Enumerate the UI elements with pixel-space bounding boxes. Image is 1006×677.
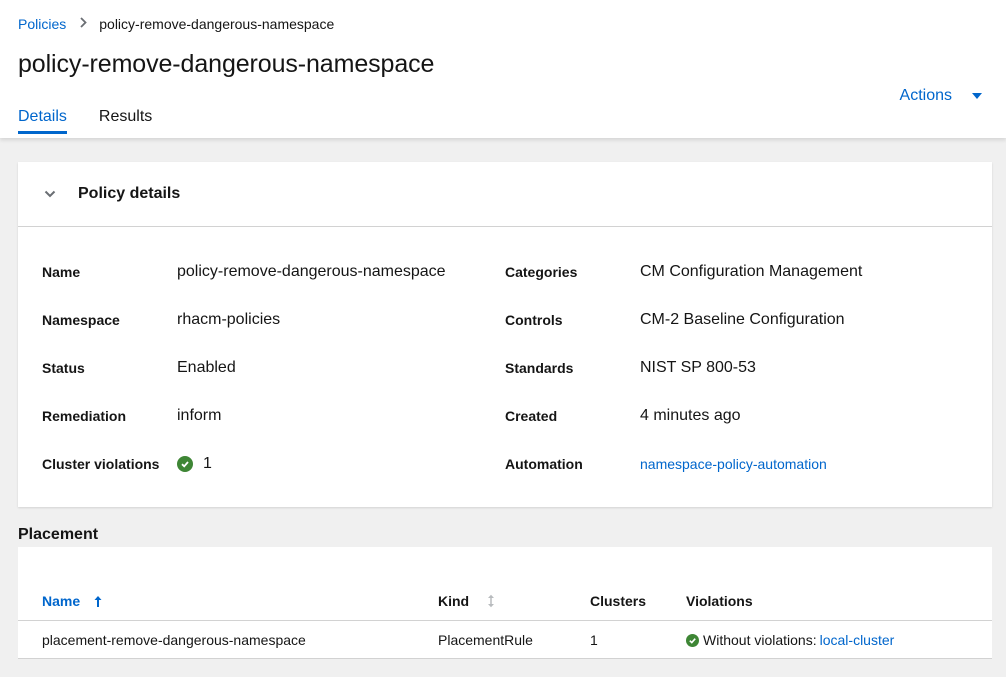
detail-row-standards: Standards NIST SP 800-53 [505,344,862,392]
detail-term: Remediation [42,408,127,424]
violations-text: Without violations: [703,632,817,648]
detail-term: Standards [505,360,574,376]
detail-value: NIST SP 800-53 [640,359,756,376]
placement-section-title: Placement [18,526,99,543]
tab-bar: Details Results [18,108,184,134]
detail-row-controls: Controls CM-2 Baseline Configuration [505,296,862,344]
check-circle-icon [177,456,193,472]
automation-link[interactable]: namespace-policy-automation [640,456,827,472]
detail-term: Automation [505,456,583,472]
detail-term: Status [42,360,85,376]
detail-row-cluster-violations: Cluster violations 1 [42,440,446,488]
sort-ascending-icon [94,595,102,608]
breadcrumb-policies-link[interactable]: Policies [18,16,66,32]
detail-term: Controls [505,312,563,328]
policy-details-card: Policy details Name policy-remove-danger… [18,162,992,507]
sort-icon [487,594,495,608]
tab-results[interactable]: Results [99,108,152,134]
detail-value: rhacm-policies [177,311,281,328]
detail-term: Namespace [42,312,120,328]
page-header: Policies policy-remove-dangerous-namespa… [0,0,1006,138]
check-circle-icon [686,633,699,647]
detail-value: namespace-policy-automation [640,456,827,472]
detail-value: 4 minutes ago [640,407,741,424]
policy-details-header: Policy details [18,162,992,227]
actions-dropdown[interactable]: Actions [900,87,982,105]
cell-clusters: 1 [590,632,598,648]
caret-down-icon [972,93,982,99]
cell-name: placement-remove-dangerous-namespace [42,632,306,648]
detail-row-name: Name policy-remove-dangerous-namespace [42,248,446,296]
detail-row-categories: Categories CM Configuration Management [505,248,862,296]
detail-value: policy-remove-dangerous-namespace [177,263,446,280]
column-header-label: Kind [438,593,470,609]
cell-kind: PlacementRule [438,632,533,648]
chevron-right-icon [80,17,88,31]
tab-details[interactable]: Details [18,108,67,134]
column-header-kind[interactable]: Kind [438,593,495,609]
detail-term: Cluster violations [42,456,160,472]
column-header-clusters: Clusters [590,593,647,609]
column-header-name[interactable]: Name [42,593,102,609]
detail-row-created: Created 4 minutes ago [505,392,862,440]
placement-table: Name Kind Clusters Violations placement-… [18,547,992,659]
breadcrumb-current: policy-remove-dangerous-namespace [99,16,335,32]
cell-violations: Without violations: local-cluster [686,632,894,648]
local-cluster-link[interactable]: local-cluster [820,632,895,648]
detail-value: CM Configuration Management [640,263,863,280]
detail-row-status: Status Enabled [42,344,446,392]
detail-value: CM-2 Baseline Configuration [640,311,845,328]
policy-details-title: Policy details [78,185,181,202]
detail-value: Enabled [177,359,236,376]
chevron-down-icon[interactable] [44,188,56,200]
actions-label: Actions [899,87,952,104]
details-right-column: Categories CM Configuration Management C… [505,248,862,488]
detail-row-remediation: Remediation inform [42,392,446,440]
column-header-violations: Violations [686,593,753,609]
detail-value: 1 [177,455,212,473]
breadcrumb: Policies policy-remove-dangerous-namespa… [18,16,334,32]
page-title: policy-remove-dangerous-namespace [18,50,435,78]
detail-row-namespace: Namespace rhacm-policies [42,296,446,344]
detail-row-automation: Automation namespace-policy-automation [505,440,862,488]
cluster-violations-count: 1 [203,455,212,472]
table-row: placement-remove-dangerous-namespace Pla… [18,622,992,659]
details-left-column: Name policy-remove-dangerous-namespace N… [42,248,446,488]
detail-value: inform [177,407,222,424]
detail-term: Name [42,264,81,280]
detail-term: Categories [505,264,578,280]
column-header-label: Name [42,593,81,609]
detail-term: Created [505,408,558,424]
table-header-row: Name Kind Clusters Violations [18,547,992,621]
